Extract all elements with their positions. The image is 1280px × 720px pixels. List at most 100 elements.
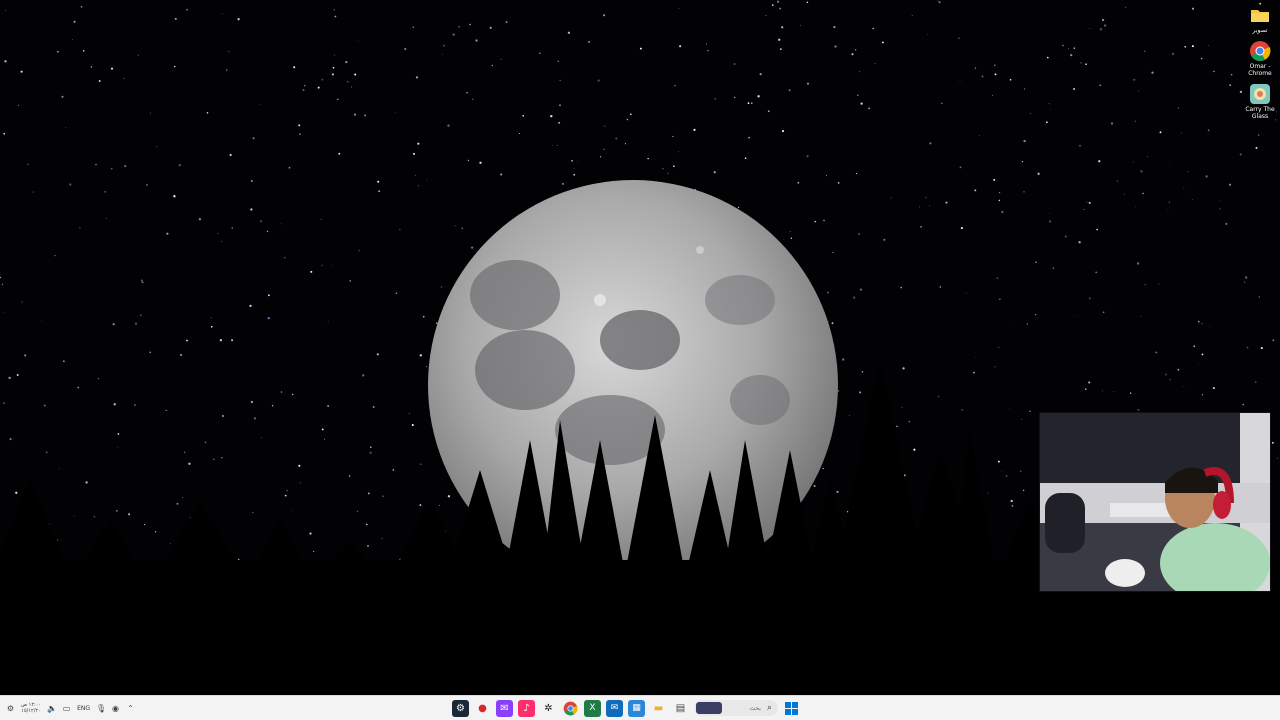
star	[993, 178, 996, 181]
mail-icon[interactable]: ✉	[606, 699, 623, 717]
star	[1177, 107, 1179, 109]
star	[941, 102, 943, 104]
language-indicator[interactable]: ENG	[77, 705, 90, 712]
star	[747, 102, 750, 105]
star	[443, 44, 445, 47]
chevron-up-icon[interactable]: ⌃	[126, 704, 135, 713]
star	[759, 72, 762, 76]
star	[1067, 48, 1069, 49]
messenger-icon[interactable]: ✉	[496, 699, 513, 717]
star	[49, 523, 50, 525]
star	[417, 142, 420, 145]
app-red-icon[interactable]: ●	[474, 699, 491, 717]
desktop-icon-chrome[interactable]: Omar - Chrome	[1243, 40, 1277, 77]
star	[1099, 28, 1103, 31]
star	[332, 66, 335, 69]
star	[994, 366, 996, 368]
star	[842, 358, 845, 361]
star	[1088, 381, 1091, 384]
star	[331, 265, 333, 267]
star	[90, 66, 93, 68]
star	[825, 175, 827, 177]
file-explorer-icon[interactable]: ▬	[650, 699, 667, 717]
notepad-icon[interactable]: ▤	[672, 699, 689, 717]
windows-start-icon[interactable]	[783, 700, 800, 717]
star	[353, 113, 357, 116]
star	[73, 515, 75, 517]
star	[1010, 320, 1011, 321]
star	[994, 64, 996, 67]
star	[369, 451, 372, 454]
taskbar-search[interactable]: بحث ⌕	[694, 700, 778, 716]
star	[552, 145, 553, 147]
star	[144, 524, 146, 526]
star	[231, 227, 233, 229]
steam-icon[interactable]: ⚙	[452, 699, 469, 717]
star	[1230, 73, 1233, 76]
star	[1169, 379, 1171, 381]
star	[1023, 88, 1026, 90]
star	[678, 8, 680, 9]
star	[1169, 162, 1171, 164]
star	[1207, 129, 1210, 132]
star	[331, 73, 334, 76]
star	[1010, 499, 1013, 503]
star	[767, 110, 770, 113]
star	[920, 226, 922, 228]
volume-icon[interactable]: 🔈	[47, 704, 57, 713]
clock[interactable]: ١٢:٠٠ ص ١٥/١٢/٢٠	[21, 702, 41, 714]
star	[960, 227, 963, 230]
microphone-icon[interactable]: 🎙	[96, 704, 106, 713]
chrome-icon[interactable]	[562, 700, 579, 717]
star	[364, 114, 367, 117]
star	[937, 395, 940, 398]
system-tray: ⚙ ١٢:٠٠ ص ١٥/١٢/٢٠ 🔈 ▭ ENG 🎙 ◉ ⌃	[6, 696, 135, 720]
star	[1213, 70, 1215, 73]
star	[1168, 201, 1170, 203]
desktop-icon-folder[interactable]: تصوير	[1243, 4, 1277, 34]
star	[1133, 78, 1136, 81]
star	[1146, 156, 1148, 158]
star	[852, 296, 856, 299]
star	[366, 544, 370, 547]
star	[799, 24, 801, 26]
webcam-overlay	[1039, 412, 1271, 592]
star	[603, 125, 606, 128]
notifications-icon[interactable]: ⚙	[6, 704, 15, 713]
star	[789, 231, 791, 233]
star	[349, 280, 351, 282]
star	[1258, 296, 1260, 298]
star	[1167, 209, 1169, 211]
star	[252, 137, 255, 140]
star	[1124, 6, 1127, 8]
app-tray-icon[interactable]: ◉	[111, 704, 120, 713]
star	[178, 164, 181, 167]
star	[16, 374, 19, 376]
star	[1225, 222, 1228, 225]
star	[110, 67, 114, 70]
star	[573, 173, 576, 176]
store-icon[interactable]: ▦	[628, 699, 645, 717]
star	[186, 8, 188, 11]
star	[1201, 323, 1203, 325]
star	[79, 226, 81, 229]
star	[1021, 161, 1024, 163]
star	[438, 504, 440, 506]
star	[1021, 418, 1023, 420]
chatgpt-icon[interactable]: ✲	[540, 699, 557, 717]
star	[1228, 183, 1232, 186]
desktop-icon-game[interactable]: Carry The Glass	[1243, 83, 1277, 120]
tiktok-icon[interactable]: ♪	[518, 699, 535, 717]
star	[851, 53, 854, 56]
star	[362, 374, 365, 377]
excel-icon[interactable]: X	[584, 699, 601, 717]
star	[1137, 408, 1140, 411]
star	[310, 270, 313, 273]
star	[1132, 161, 1134, 163]
star	[321, 428, 324, 431]
star	[284, 494, 287, 497]
network-icon[interactable]: ▭	[62, 704, 71, 713]
star	[231, 339, 234, 342]
star	[174, 17, 177, 20]
star	[475, 39, 478, 42]
